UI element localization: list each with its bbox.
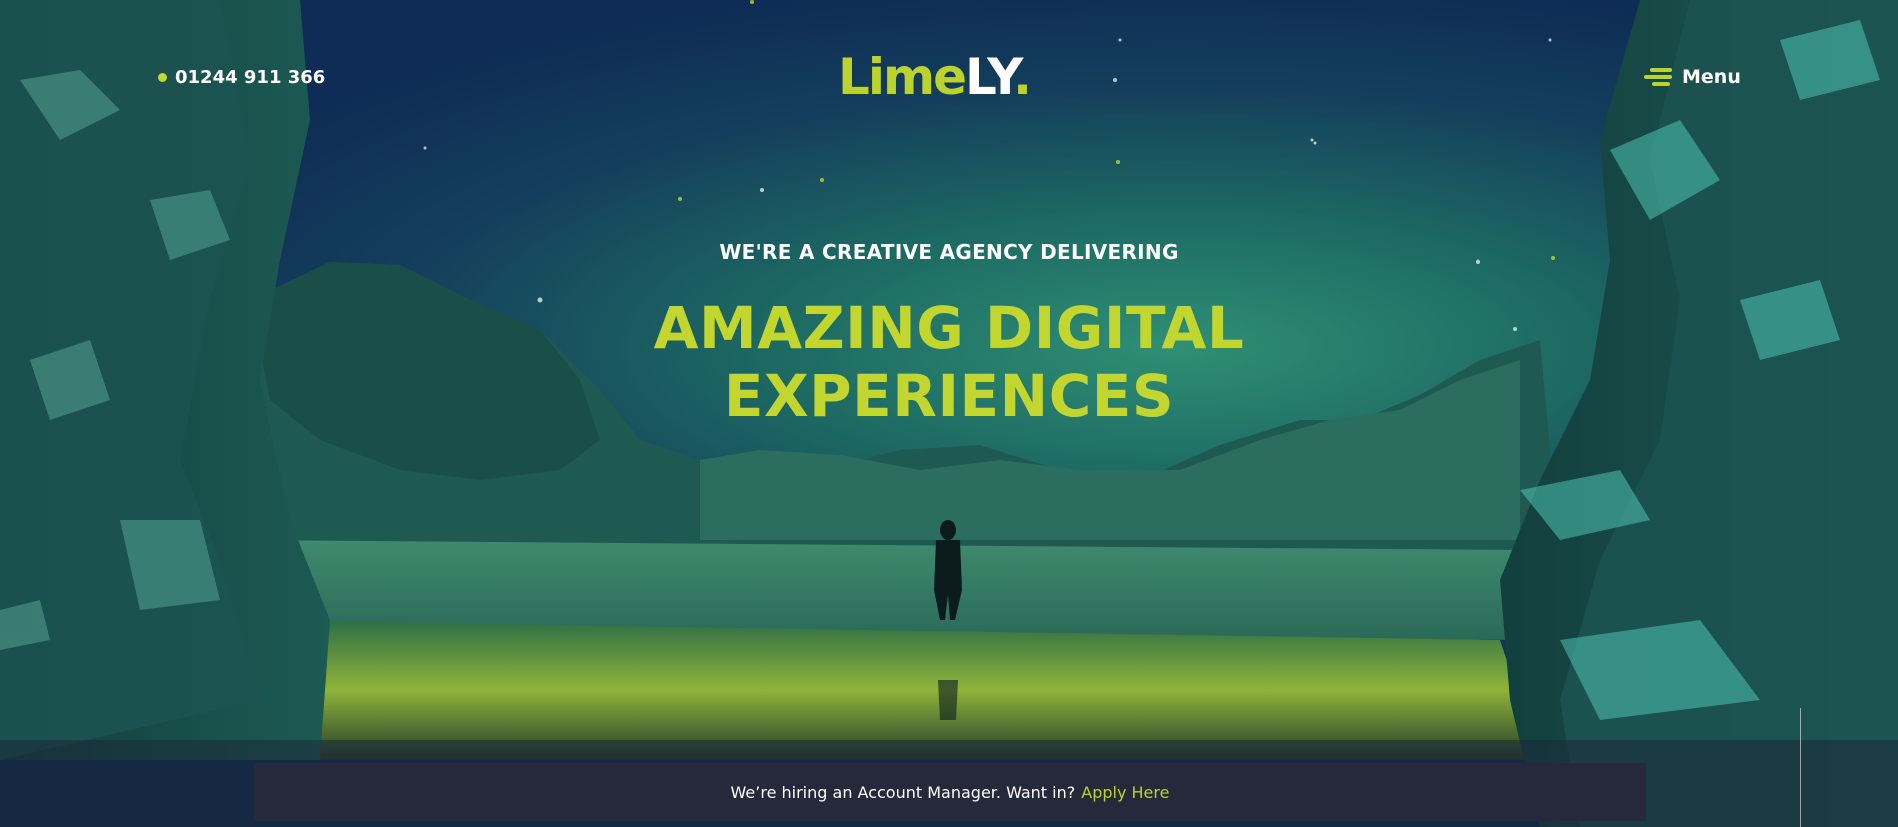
hero-eyebrow: WE'RE A CREATIVE AGENCY DELIVERING [719,240,1179,264]
hamburger-menu-icon [1644,68,1672,86]
logo-dot: . [1013,48,1032,106]
scroll-indicator-line [1800,708,1801,827]
hero-headline: AMAZING DIGITAL EXPERIENCES [560,294,1338,430]
hiring-text: We’re hiring an Account Manager. Want in… [730,782,1076,802]
phone-number-text: 01244 911 366 [175,66,326,88]
hiring-banner: We’re hiring an Account Manager. Want in… [254,763,1646,821]
headline-line-1: AMAZING DIGITAL [653,294,1245,362]
apply-here-link[interactable]: Apply Here [1081,783,1169,802]
status-dot-icon [158,72,167,82]
site-logo[interactable]: LimeLY. [838,52,1032,102]
menu-button[interactable]: Menu [1644,64,1741,90]
logo-part-lime: Lime [838,48,967,106]
headline-line-2: EXPERIENCES [723,362,1175,430]
logo-part-ly: LY [965,48,1015,106]
menu-label: Menu [1682,66,1741,88]
hero-section: 01244 911 366 LimeLY. Menu WE'RE A CREAT… [0,0,1898,827]
phone-number-link[interactable]: 01244 911 366 [158,64,325,90]
